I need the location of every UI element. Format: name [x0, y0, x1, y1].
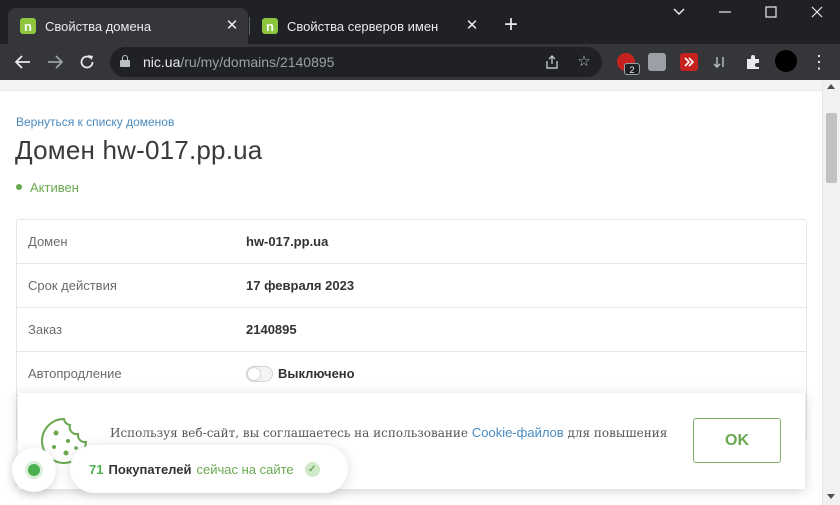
page-title: Домен hw-017.pp.ua: [15, 135, 263, 165]
table-row: Автопродление Выключено: [17, 352, 806, 396]
row-value: Выключено: [246, 365, 355, 382]
row-label: Срок действия: [28, 278, 117, 293]
scroll-up-arrow-icon[interactable]: [827, 84, 835, 89]
cookie-policy-link[interactable]: Cookie-файлов: [472, 425, 564, 440]
page-scrollbar[interactable]: [822, 80, 840, 505]
back-to-domains-link[interactable]: Вернуться к списку доменов: [16, 115, 174, 129]
tab-search-chevron-icon[interactable]: [656, 4, 702, 26]
share-icon[interactable]: [540, 50, 564, 74]
tab-title: Свойства серверов имен: [287, 18, 439, 34]
autorenew-status-text: Выключено: [278, 366, 355, 381]
lock-icon[interactable]: [120, 55, 130, 67]
cookie-text-after: для повышения: [563, 426, 668, 440]
menu-kebab-icon[interactable]: ⋮: [805, 48, 833, 76]
table-row: Срок действия 17 февраля 2023: [17, 264, 806, 308]
toggle-knob: [248, 367, 260, 380]
extension-badge: 2: [624, 63, 640, 75]
row-label: Домен: [28, 234, 68, 249]
address-bar[interactable]: nic.ua/ru/my/domains/2140895 ☆: [110, 47, 602, 77]
scroll-thumb[interactable]: [826, 113, 837, 183]
extensions-puzzle-icon[interactable]: [744, 53, 762, 71]
extension-arrows-icon[interactable]: [711, 53, 729, 71]
online-dot-icon: [28, 464, 40, 476]
forward-arrow-icon[interactable]: [41, 48, 69, 76]
extension-video-icon[interactable]: [680, 53, 698, 71]
status-badge: Активен: [16, 180, 79, 195]
row-value: 2140895: [246, 322, 297, 337]
bookmark-star-icon[interactable]: ☆: [572, 50, 596, 74]
new-tab-button[interactable]: +: [500, 13, 522, 37]
row-value: 17 февраля 2023: [246, 278, 355, 293]
status-text: Активен: [30, 180, 79, 195]
check-icon: ✓: [304, 461, 320, 477]
reload-icon[interactable]: [73, 48, 101, 76]
tab-nameserver-properties[interactable]: n Свойства серверов имен ✕: [250, 8, 488, 44]
url-host: nic.ua: [143, 54, 181, 70]
header-edge: [0, 80, 822, 91]
site-favicon-icon: n: [20, 18, 36, 34]
cookie-ok-button[interactable]: OK: [693, 418, 781, 463]
autorenew-toggle[interactable]: [246, 365, 273, 382]
scroll-down-arrow-icon[interactable]: [827, 494, 835, 499]
close-icon[interactable]: ✕: [224, 18, 240, 34]
buyers-online-widget[interactable]: 71 Покупателей сейчас на сайте ✓: [70, 445, 348, 493]
row-value: hw-017.pp.ua: [246, 234, 329, 249]
window-close-icon[interactable]: [794, 4, 840, 26]
row-label: Заказ: [28, 322, 63, 337]
cookie-text: Используя веб-сайт, вы соглашаетесь на и…: [110, 425, 667, 440]
tab-strip: n Свойства домена ✕ n Свойства серверов …: [0, 0, 840, 44]
maximize-icon[interactable]: [748, 4, 794, 26]
back-arrow-icon[interactable]: [9, 48, 37, 76]
buyers-label: Покупателей: [108, 461, 192, 477]
tab-title: Свойства домена: [45, 18, 152, 34]
table-row: Домен hw-017.pp.ua: [17, 220, 806, 264]
browser-toolbar: nic.ua/ru/my/domains/2140895 ☆ ⋮: [0, 44, 840, 80]
extension-gray-icon[interactable]: [648, 53, 666, 71]
url-path: /ru/my/domains/2140895: [180, 54, 335, 70]
site-favicon-icon: n: [262, 18, 278, 34]
row-label: Автопродление: [28, 366, 122, 381]
online-indicator[interactable]: [12, 448, 56, 492]
web-page: Вернуться к списку доменов Домен hw-017.…: [0, 80, 822, 505]
buyers-count: 71: [89, 461, 104, 477]
close-icon[interactable]: ✕: [464, 18, 480, 34]
cookie-text-before: Используя веб-сайт, вы соглашаетесь на и…: [110, 426, 472, 440]
profile-avatar[interactable]: [775, 50, 797, 72]
buyers-suffix: сейчас на сайте: [196, 461, 294, 477]
minimize-icon[interactable]: [702, 4, 748, 26]
table-row: Заказ 2140895: [17, 308, 806, 352]
status-dot-icon: [16, 184, 22, 190]
url-text: nic.ua/ru/my/domains/2140895: [143, 54, 334, 70]
tab-domain-properties[interactable]: n Свойства домена ✕: [8, 8, 248, 44]
